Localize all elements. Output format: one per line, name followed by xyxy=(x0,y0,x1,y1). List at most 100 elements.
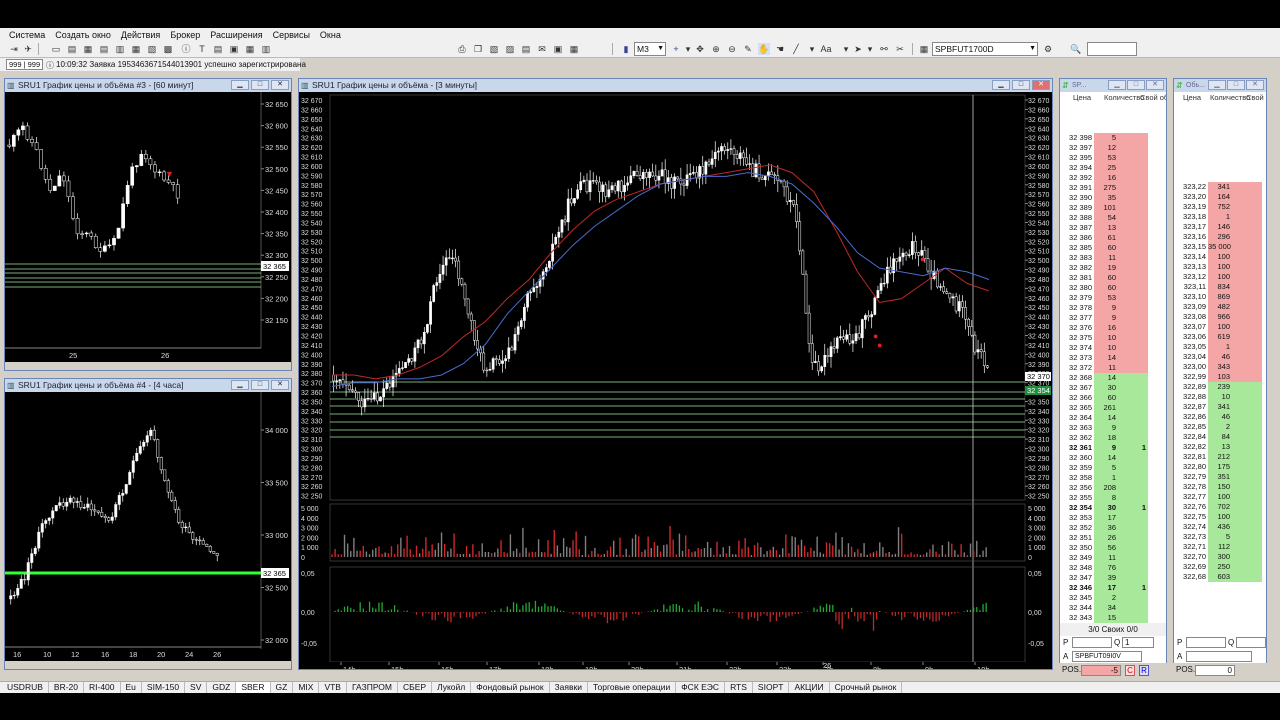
stops-icon[interactable]: ▥ xyxy=(114,43,126,55)
tab[interactable]: GZ xyxy=(271,682,294,693)
print-icon[interactable]: ⎙ xyxy=(456,43,468,55)
bid-row[interactable]: 32 343 15 xyxy=(1060,613,1148,623)
chevron-down-icon[interactable]: ▾ xyxy=(840,43,852,55)
maximize-button[interactable]: □ xyxy=(1227,80,1245,90)
tab[interactable]: SV xyxy=(185,682,208,693)
bid-row[interactable]: 322,75 100 xyxy=(1174,512,1262,522)
tab[interactable]: USDRUB xyxy=(2,682,49,693)
ask-row[interactable]: 323,20 164 xyxy=(1174,192,1262,202)
move-icon[interactable]: ✥ xyxy=(694,43,706,55)
tab[interactable]: SIOPT xyxy=(753,682,790,693)
load-icon[interactable]: ▤ xyxy=(520,43,532,55)
ask-row[interactable]: 32 389 101 xyxy=(1060,203,1148,213)
menu-item[interactable]: Сервисы xyxy=(268,30,315,40)
order-book-1[interactable]: ⇵ SP... ▁ □ ✕ Цена Количество Свой об 32 39… xyxy=(1059,78,1167,668)
ask-row[interactable]: 32 388 54 xyxy=(1060,213,1148,223)
bid-row[interactable]: 32 344 34 xyxy=(1060,603,1148,613)
ask-row[interactable]: 323,11 834 xyxy=(1174,282,1262,292)
search-input[interactable] xyxy=(1087,42,1137,56)
maximize-button[interactable]: □ xyxy=(251,380,269,390)
close-button[interactable]: ✕ xyxy=(1146,80,1164,90)
chart-4h[interactable]: 34 00033 50033 00032 50032 00031 50032 3… xyxy=(5,392,291,669)
ask-row[interactable]: 323,13 100 xyxy=(1174,262,1262,272)
screenshot-icon[interactable]: ▣ xyxy=(552,43,564,55)
ask-row[interactable]: 32 395 53 xyxy=(1060,153,1148,163)
bid-row[interactable]: 322,80 175 xyxy=(1174,462,1262,472)
qty-input[interactable]: 1 xyxy=(1122,637,1154,648)
crosshair-icon[interactable]: + xyxy=(670,43,682,55)
ask-row[interactable]: 32 377 9 xyxy=(1060,313,1148,323)
menu-item[interactable]: Система xyxy=(4,30,50,40)
ask-row[interactable]: 32 374 10 xyxy=(1060,343,1148,353)
ask-row[interactable]: 32 387 13 xyxy=(1060,223,1148,233)
minimize-button[interactable]: ▁ xyxy=(231,80,249,90)
bid-row[interactable]: 32 346 17 1 xyxy=(1060,583,1148,593)
tab[interactable]: СБЕР xyxy=(398,682,433,693)
tab[interactable]: BR-20 xyxy=(49,682,84,693)
settings-icon[interactable]: ⚙ xyxy=(1042,43,1054,55)
bid-row[interactable]: 32 350 56 xyxy=(1060,543,1148,553)
window-titlebar[interactable]: ▥ SRU1 График цены и объёма - [3 минуты] … xyxy=(299,79,1052,92)
menu-item[interactable]: Расширения xyxy=(205,30,267,40)
tab[interactable]: Лукойл xyxy=(432,682,472,693)
bid-row[interactable]: 322,89 239 xyxy=(1174,382,1262,392)
window-titlebar[interactable]: ▥ SRU1 График цены и объёма #4 - [4 часа]… xyxy=(5,379,291,392)
bid-row[interactable]: 32 362 18 xyxy=(1060,433,1148,443)
ask-row[interactable]: 32 383 11 xyxy=(1060,253,1148,263)
connect-icon[interactable]: ✈ xyxy=(22,43,34,55)
ask-row[interactable]: 32 381 60 xyxy=(1060,273,1148,283)
minimize-button[interactable]: ▁ xyxy=(231,380,249,390)
bid-row[interactable]: 32 364 14 xyxy=(1060,413,1148,423)
template-icon[interactable]: ▧ xyxy=(488,43,500,55)
tab[interactable]: RTS xyxy=(725,682,753,693)
search-icon[interactable]: 🔍 xyxy=(1070,43,1082,55)
zoom-in-icon[interactable]: ⊕ xyxy=(710,43,722,55)
maximize-button[interactable]: □ xyxy=(1012,80,1030,90)
bid-row[interactable]: 322,73 5 xyxy=(1174,532,1262,542)
chart-3m[interactable]: 32 670 32 670 32 660 32 660 32 650 32 650 32 6… xyxy=(299,92,1052,669)
ask-row[interactable]: 32 392 16 xyxy=(1060,173,1148,183)
chart-icon[interactable]: ▩ xyxy=(162,43,174,55)
bid-row[interactable]: 322,69 250 xyxy=(1174,562,1262,572)
menu-item[interactable]: Брокер xyxy=(165,30,205,40)
tab[interactable]: VTB xyxy=(319,682,347,693)
bid-row[interactable]: 32 366 60 xyxy=(1060,393,1148,403)
price-input[interactable] xyxy=(1186,637,1226,648)
ask-row[interactable]: 323,08 966 xyxy=(1174,312,1262,322)
tab[interactable]: ГАЗПРОМ xyxy=(347,682,398,693)
bid-row[interactable]: 322,81 212 xyxy=(1174,452,1262,462)
tab[interactable]: АКЦИИ xyxy=(789,682,830,693)
bid-row[interactable]: 322,85 2 xyxy=(1174,422,1262,432)
bid-row[interactable]: 32 358 1 xyxy=(1060,473,1148,483)
tab[interactable]: Заявки xyxy=(550,682,588,693)
ask-row[interactable]: 32 382 19 xyxy=(1060,263,1148,273)
bid-row[interactable]: 32 345 2 xyxy=(1060,593,1148,603)
bid-row[interactable]: 322,87 341 xyxy=(1174,402,1262,412)
tab[interactable]: Торговые операции xyxy=(588,682,677,693)
ask-row[interactable]: 32 372 11 xyxy=(1060,363,1148,373)
bid-row[interactable]: 32 356 208 xyxy=(1060,483,1148,493)
ask-row[interactable]: 323,12 100 xyxy=(1174,272,1262,282)
bid-row[interactable]: 322,78 150 xyxy=(1174,482,1262,492)
bid-row[interactable]: 322,88 10 xyxy=(1174,392,1262,402)
chart-window-3m[interactable]: ▥ SRU1 График цены и объёма - [3 минуты] … xyxy=(298,78,1053,670)
bid-row[interactable]: 322,74 436 xyxy=(1174,522,1262,532)
new-window-icon[interactable]: ▭ xyxy=(50,43,62,55)
tab[interactable]: SBER xyxy=(236,682,271,693)
copy-icon[interactable]: ❐ xyxy=(472,43,484,55)
bid-row[interactable]: 32 351 26 xyxy=(1060,533,1148,543)
text-icon[interactable]: T xyxy=(196,43,208,55)
ask-row[interactable]: 323,22 341 xyxy=(1174,182,1262,192)
ask-row[interactable]: 323,16 296 xyxy=(1174,232,1262,242)
window-titlebar[interactable]: ⇵ SP... ▁ □ ✕ xyxy=(1060,79,1166,92)
bid-row[interactable]: 32 368 14 xyxy=(1060,373,1148,383)
tab[interactable]: Eu xyxy=(121,682,142,693)
ticker-select[interactable]: SPBFUT1700D ▼ xyxy=(932,42,1038,56)
bid-row[interactable]: 32 361 9 1 xyxy=(1060,443,1148,453)
ask-row[interactable]: 323,06 619 xyxy=(1174,332,1262,342)
reverse-position-button[interactable]: R xyxy=(1139,665,1149,676)
ask-row[interactable]: 32 373 14 xyxy=(1060,353,1148,363)
ask-row[interactable]: 323,18 1 xyxy=(1174,212,1262,222)
interval-select[interactable]: М3 ▼ xyxy=(634,42,666,56)
ask-row[interactable]: 32 379 53 xyxy=(1060,293,1148,303)
